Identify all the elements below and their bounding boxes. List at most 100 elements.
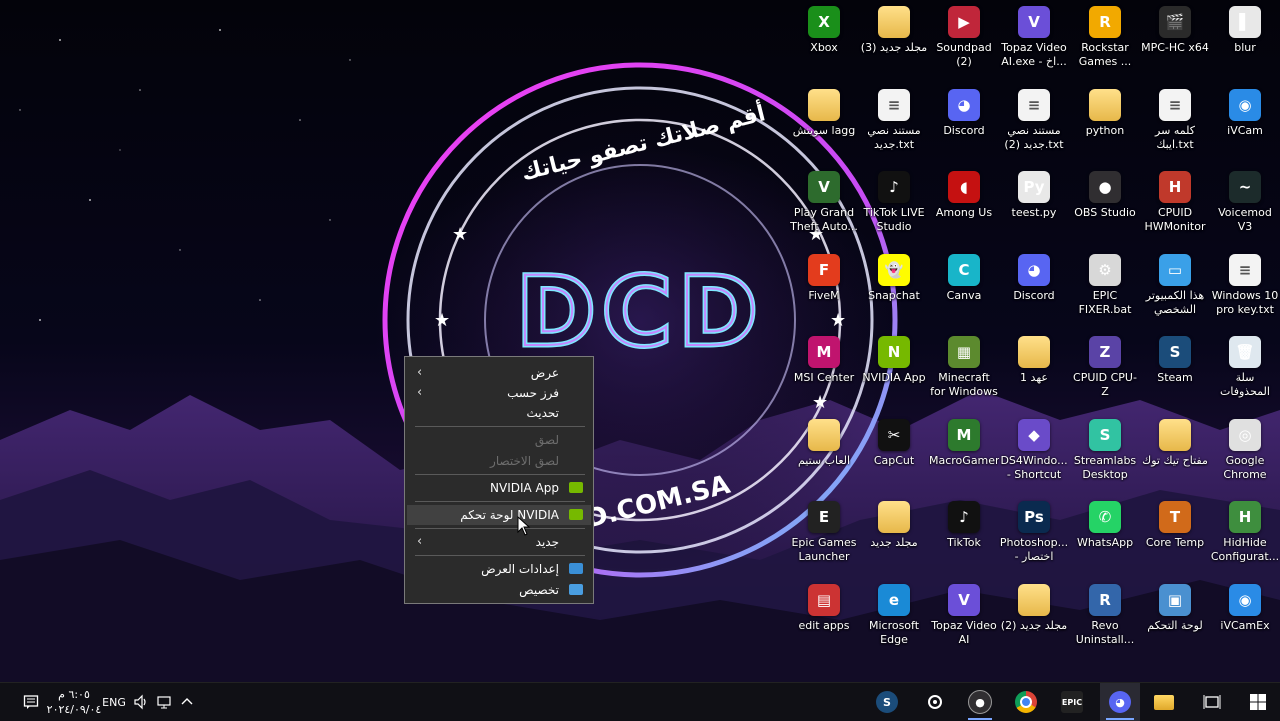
menu-item-sort-by[interactable]: ‹ فرز حسب [407, 383, 591, 403]
show-hidden-icons-chevron-up-icon[interactable] [176, 683, 198, 721]
desktop-icon[interactable]: ♪ TikTok [929, 501, 999, 581]
desktop-icon[interactable]: مجلد جديد (3) [859, 6, 929, 86]
desktop-icon[interactable]: ◎ Google Chrome [1210, 419, 1280, 499]
desktop-icon[interactable]: V Play Grand Theft Auto... [789, 171, 859, 251]
desktop-icon[interactable]: ◉ iVCamEx [1210, 584, 1280, 664]
desktop-icon[interactable]: ~ Voicemod V3 [1210, 171, 1280, 251]
menu-item-refresh[interactable]: تحديث [407, 403, 591, 423]
taskbar-file-explorer[interactable] [1146, 683, 1182, 721]
mouse-pointer-icon [517, 516, 531, 536]
menu-item-personalize[interactable]: تخصيص [407, 580, 591, 600]
taskbar-discord[interactable]: ◕ [1100, 683, 1140, 721]
menu-item-new[interactable]: ‹ جديد [407, 532, 591, 552]
desktop-icon[interactable]: ▣ لوحة التحكم [1140, 584, 1210, 664]
clock-date: ٢٠٢٤/٠٩/٠٤ [46, 703, 102, 716]
desktop-icon[interactable]: مجلد جديد (2) [999, 584, 1069, 664]
menu-item-display-settings[interactable]: إعدادات العرض [407, 559, 591, 579]
desktop-icon[interactable]: سويتش lagg [789, 89, 859, 169]
app-icon: H [1229, 501, 1261, 533]
desktop-icon[interactable]: ≡ كلمه سر ايبك.txt [1140, 89, 1210, 169]
desktop-icon[interactable]: ◕ Discord [999, 254, 1069, 334]
desktop-icon[interactable]: R Rockstar Games ... [1070, 6, 1140, 86]
desktop-icon[interactable]: ◖ Among Us [929, 171, 999, 251]
desktop-icon[interactable]: ◉ iVCam [1210, 89, 1280, 169]
desktop-icon[interactable]: ✆ WhatsApp [1070, 501, 1140, 581]
clock[interactable]: ٦:٠٥ م ٢٠٢٤/٠٩/٠٤ [46, 683, 102, 721]
desktop-icon[interactable]: ▭ هذا الكمبيوتر الشخصي [1140, 254, 1210, 334]
menu-item-paste-shortcut[interactable]: لصق الاختصار [407, 451, 591, 471]
gear-icon [928, 695, 942, 709]
desktop-icon[interactable]: ◆ DS4Windo... - Shortcut [999, 419, 1069, 499]
desktop-icon[interactable]: 🗑 سلة المحذوفات [1210, 336, 1280, 416]
desktop-icon[interactable]: ⚙ EPIC FIXER.bat [1070, 254, 1140, 334]
desktop-icon[interactable]: Ps Photoshop... - اختصار [999, 501, 1069, 581]
taskbar-chrome[interactable] [1008, 683, 1044, 721]
desktop-icon[interactable]: 🎬 MPC-HC x64 [1140, 6, 1210, 86]
desktop-icon[interactable]: H HidHide Configurat... [1210, 501, 1280, 581]
desktop-icon[interactable]: V Topaz Video AI [929, 584, 999, 664]
desktop-icon[interactable]: عهد 1 [999, 336, 1069, 416]
menu-item-nvidia-control-panel[interactable]: لوحة تحكم NVIDIA [407, 505, 591, 525]
desktop-icon[interactable]: T Core Temp [1140, 501, 1210, 581]
app-icon: ▤ [808, 584, 840, 616]
desktop-icon-label: blur [1234, 41, 1256, 54]
desktop-icon[interactable]: S Steam [1140, 336, 1210, 416]
desktop-icon[interactable]: F FiveM [789, 254, 859, 334]
desktop-icon[interactable]: ≡ مستند نصي جديد.txt [859, 89, 929, 169]
taskbar-obs[interactable]: ● [962, 683, 998, 721]
desktop-icon[interactable]: ▌ blur [1210, 6, 1280, 86]
desktop-icon[interactable]: ◕ Discord [929, 89, 999, 169]
taskbar-settings[interactable] [917, 683, 953, 721]
app-icon: ♪ [948, 501, 980, 533]
desktop-icon-label: كلمه سر ايبك.txt [1155, 124, 1195, 151]
desktop-icon[interactable]: العاب ستيم [789, 419, 859, 499]
desktop-icon-label: Google Chrome [1223, 454, 1267, 481]
desktop-icon[interactable]: مجلد جديد [859, 501, 929, 581]
desktop-icon[interactable]: E Epic Games Launcher [789, 501, 859, 581]
desktop-icon[interactable]: ▦ Minecraft for Windows [929, 336, 999, 416]
desktop-icon[interactable]: Z CPUID CPU-Z [1070, 336, 1140, 416]
desktop-icon[interactable]: V Topaz Video AI.exe - اخ... [999, 6, 1069, 86]
menu-item-paste[interactable]: لصق [407, 430, 591, 450]
menu-item-personalize-label: تخصيص [519, 583, 559, 597]
desktop-icon[interactable]: ≡ Windows 10 pro key.txt [1210, 254, 1280, 334]
menu-item-view[interactable]: ‹ عرض [407, 363, 591, 383]
desktop-icon[interactable]: 👻 Snapchat [859, 254, 929, 334]
desktop-icon[interactable]: C Canva [929, 254, 999, 334]
desktop-icon-label: CPUID HWMonitor [1144, 206, 1206, 233]
desktop-icon[interactable]: Py teest.py [999, 171, 1069, 251]
app-icon: ≡ [1229, 254, 1261, 286]
desktop-icon[interactable]: ▤ edit apps [789, 584, 859, 664]
desktop-icon[interactable]: مفتاح تيك توك [1140, 419, 1210, 499]
desktop-icon[interactable]: e Microsoft Edge [859, 584, 929, 664]
desktop-icon[interactable]: X Xbox [789, 6, 859, 86]
menu-separator [415, 474, 585, 475]
taskbar-epic-games[interactable]: EPIC [1054, 683, 1090, 721]
desktop-icon[interactable]: H CPUID HWMonitor [1140, 171, 1210, 251]
desktop-icon[interactable]: ♪ TikTok LIVE Studio [859, 171, 929, 251]
taskbar-steam[interactable]: S [869, 683, 905, 721]
desktop-icon[interactable]: M MacroGamer [929, 419, 999, 499]
desktop-icon[interactable]: ✂ CapCut [859, 419, 929, 499]
app-icon [808, 419, 840, 451]
desktop-context-menu: ‹ عرض ‹ فرز حسب تحديث لصق لصق الاختصار N… [404, 356, 594, 604]
network-icon[interactable] [153, 683, 175, 721]
app-icon: ▣ [1159, 584, 1191, 616]
desktop-icon[interactable]: M MSI Center [789, 336, 859, 416]
desktop-icon-label: MacroGamer [929, 454, 999, 467]
taskbar-task-view[interactable] [1194, 683, 1230, 721]
start-button[interactable] [1240, 683, 1276, 721]
app-icon: V [948, 584, 980, 616]
language-indicator[interactable]: ENG [100, 683, 128, 721]
desktop-icon[interactable]: python [1070, 89, 1140, 169]
desktop-icon[interactable]: ● OBS Studio [1070, 171, 1140, 251]
volume-icon[interactable] [130, 683, 152, 721]
desktop-icon[interactable]: R Revo Uninstall... [1070, 584, 1140, 664]
app-icon: ✂ [878, 419, 910, 451]
notification-center-icon[interactable] [18, 683, 44, 721]
menu-item-nvidia-app[interactable]: NVIDIA App [407, 478, 591, 498]
desktop-icon[interactable]: S Streamlabs Desktop [1070, 419, 1140, 499]
desktop-icon[interactable]: ≡ مستند نصي جديد (2).txt [999, 89, 1069, 169]
desktop-icon[interactable]: N NVIDIA App [859, 336, 929, 416]
desktop-icon[interactable]: ▶ Soundpad (2) [929, 6, 999, 86]
